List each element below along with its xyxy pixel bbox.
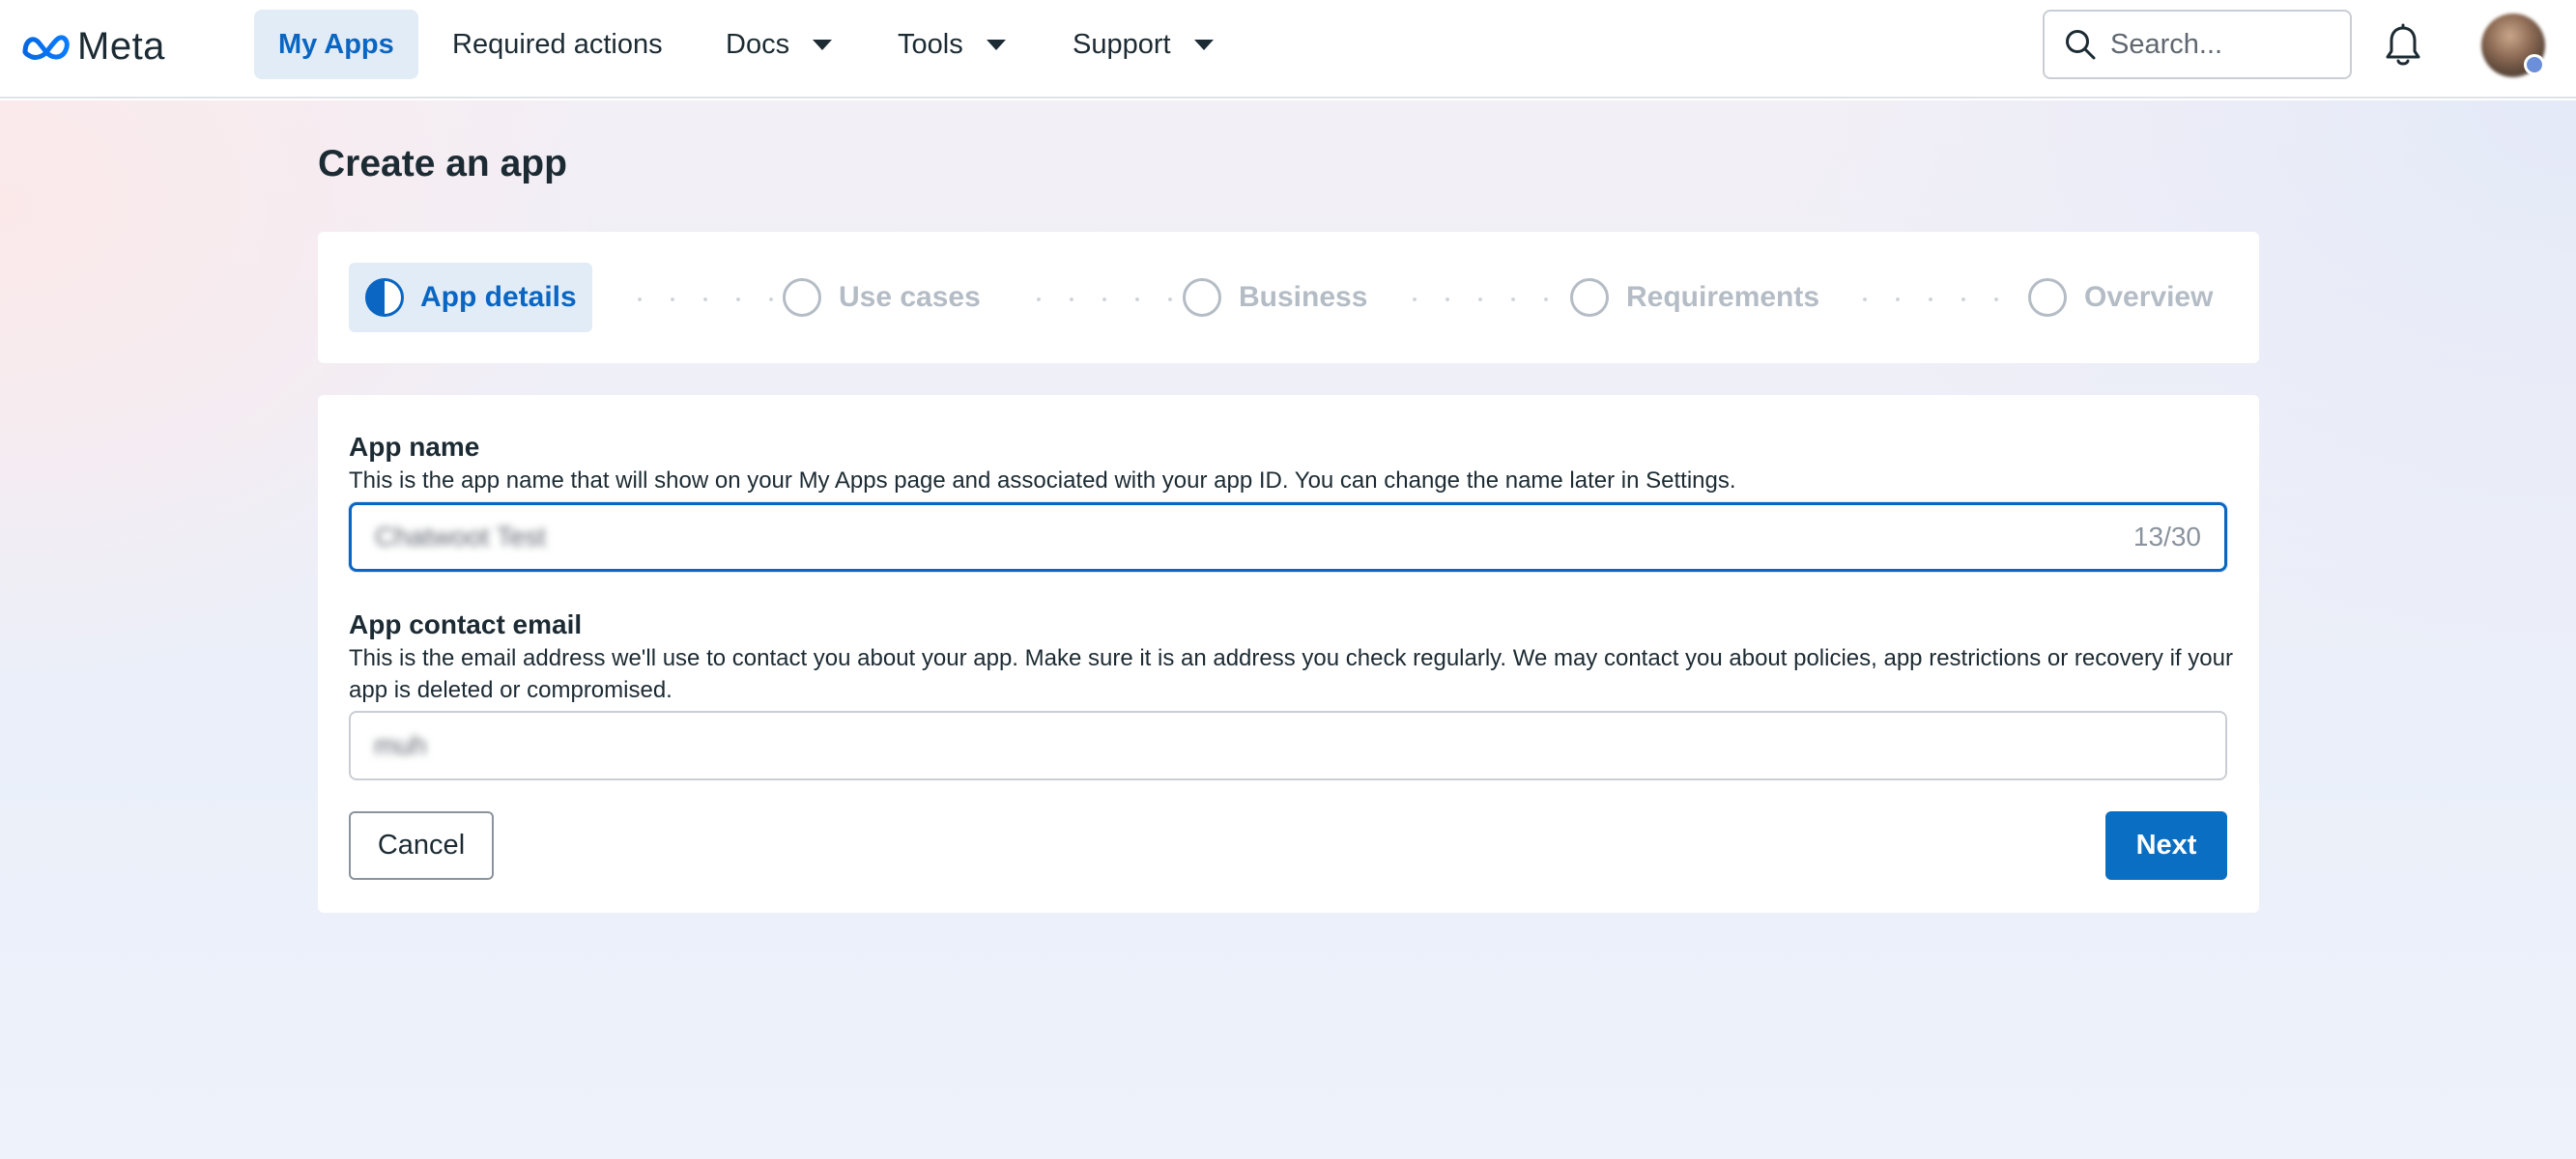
step-connector [623, 297, 780, 301]
caret-down-icon [813, 39, 833, 50]
half-filled-circle-icon [365, 278, 404, 317]
nav-support-label: Support [1073, 28, 1171, 60]
app-name-help-text: This is the app name that will show on y… [349, 467, 1736, 494]
step-use-cases: Use cases [783, 263, 981, 332]
nav-docs-label: Docs [726, 28, 790, 60]
meta-infinity-logo-icon [22, 35, 70, 60]
step-label: Business [1239, 281, 1368, 313]
app-name-field[interactable]: Chatwoot Test 13/30 [349, 502, 2227, 572]
bell-icon[interactable] [2383, 23, 2423, 70]
app-details-form: App name This is the app name that will … [318, 395, 2259, 913]
step-app-details[interactable]: App details [349, 263, 592, 332]
step-overview: Overview [2028, 263, 2213, 332]
step-connector [1848, 297, 2018, 301]
app-contact-email-label: App contact email [349, 609, 583, 639]
progress-stepper: App details Use cases Business Requireme… [318, 232, 2259, 363]
brand-name: Meta [77, 24, 165, 68]
step-label: Use cases [839, 281, 981, 313]
nav-my-apps-label: My Apps [278, 28, 394, 60]
nav-my-apps[interactable]: My Apps [254, 10, 418, 79]
app-name-label: App name [349, 432, 480, 462]
nav-tools-label: Tools [898, 28, 963, 60]
search-icon [2066, 30, 2096, 60]
empty-circle-icon [783, 278, 821, 317]
caret-down-icon [1193, 39, 1214, 50]
step-requirements: Requirements [1570, 263, 1819, 332]
nav-docs[interactable]: Docs [701, 10, 856, 79]
meta-logo[interactable]: Meta [21, 23, 165, 70]
app-contact-email-help-text: This is the email address we'll use to c… [349, 645, 2233, 703]
caret-down-icon [986, 39, 1006, 50]
cancel-button[interactable]: Cancel [349, 811, 494, 880]
page-title: Create an app [318, 143, 567, 184]
nav-tools[interactable]: Tools [873, 10, 1030, 79]
step-business: Business [1183, 263, 1367, 332]
nav-required-actions[interactable]: Required actions [428, 10, 687, 79]
next-button[interactable]: Next [2105, 811, 2227, 880]
avatar-status-badge [2524, 54, 2545, 75]
app-contact-email-field[interactable]: muh [349, 711, 2227, 780]
step-connector [1398, 297, 1568, 301]
step-label: App details [420, 281, 577, 313]
step-label: Overview [2084, 281, 2214, 313]
empty-circle-icon [1570, 278, 1609, 317]
nav-support[interactable]: Support [1048, 10, 1238, 79]
step-connector [1022, 297, 1179, 301]
app-contact-email-value: muh [374, 730, 427, 760]
search-input[interactable] [2110, 28, 2333, 61]
nav-required-actions-label: Required actions [452, 28, 663, 60]
step-label: Requirements [1626, 281, 1820, 313]
character-counter: 13/30 [2132, 522, 2201, 551]
top-navigation-bar: Meta My Apps Required actions Docs Tools… [0, 0, 2576, 99]
empty-circle-icon [1183, 278, 1221, 317]
app-name-value: Chatwoot Test [375, 522, 546, 551]
empty-circle-icon [2028, 278, 2067, 317]
search-box[interactable] [2043, 10, 2352, 79]
